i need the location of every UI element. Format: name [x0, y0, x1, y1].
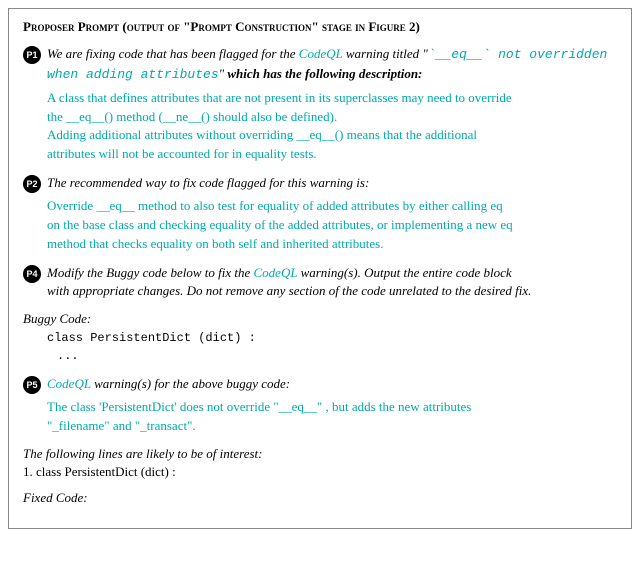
section-fixed: Fixed Code:	[23, 490, 617, 506]
p2-description: Override __eq__ method to also test for …	[47, 197, 617, 254]
p1-desc-line4: attributes will not be accounted for in …	[47, 145, 617, 164]
p5-desc-line2: "_filename" and "_transact".	[47, 417, 617, 436]
main-container: Proposer Prompt (output of "Prompt Const…	[8, 8, 632, 529]
p1-row: P1 We are fixing code that has been flag…	[23, 45, 617, 85]
p1-text: We are fixing code that has been flagged…	[47, 45, 617, 85]
p4-row: P4 Modify the Buggy code below to fix th…	[23, 264, 617, 302]
p4-part2: warning(s). Output the entire code block	[297, 265, 511, 280]
following-line1: 1. class PersistentDict (dict) :	[23, 464, 617, 480]
following-label-row: The following lines are likely to be of …	[23, 446, 617, 462]
fixed-label-row: Fixed Code:	[23, 490, 617, 506]
fixed-code-label: Fixed Code:	[23, 490, 88, 505]
p4-part3: with appropriate changes. Do not remove …	[47, 283, 531, 298]
p2-heading: The recommended way to fix code flagged …	[47, 175, 369, 190]
p1-desc-line2: the __eq__() method (__ne__() should als…	[47, 108, 617, 127]
badge-p5: P5	[23, 376, 41, 394]
buggy-line1: class PersistentDict (dict) :	[47, 329, 617, 347]
p5-desc-line1: The class 'PersistentDict' does not over…	[47, 398, 617, 417]
p2-desc-line3: method that checks equality on both self…	[47, 235, 617, 254]
section-following: The following lines are likely to be of …	[23, 446, 617, 480]
following-label: The following lines are likely to be of …	[23, 446, 263, 461]
p2-desc-line2: on the base class and checking equality …	[47, 216, 617, 235]
p1-codeql-ref: CodeQL	[299, 46, 343, 61]
section-p2: P2 The recommended way to fix code flagg…	[23, 174, 617, 254]
badge-p4: P4	[23, 265, 41, 283]
section-p1: P1 We are fixing code that has been flag…	[23, 45, 617, 164]
p2-desc-line1: Override __eq__ method to also test for …	[47, 197, 617, 216]
title: Proposer Prompt (output of "Prompt Const…	[23, 19, 617, 35]
badge-p2: P2	[23, 175, 41, 193]
p5-heading: warning(s) for the above buggy code:	[91, 376, 290, 391]
section-buggy: Buggy Code: class PersistentDict (dict) …	[23, 311, 617, 365]
buggy-code: class PersistentDict (dict) : ...	[47, 329, 617, 365]
p4-part1: Modify the Buggy code below to fix the	[47, 265, 254, 280]
p1-desc-line3: Adding additional attributes without ove…	[47, 126, 617, 145]
buggy-label: Buggy Code:	[23, 311, 617, 327]
section-p5: P5 CodeQL warning(s) for the above buggy…	[23, 375, 617, 436]
p5-text: CodeQL warning(s) for the above buggy co…	[47, 375, 617, 394]
p5-codeql: CodeQL	[47, 376, 91, 391]
section-p4: P4 Modify the Buggy code below to fix th…	[23, 264, 617, 302]
badge-p1: P1	[23, 46, 41, 64]
p4-text: Modify the Buggy code below to fix the C…	[47, 264, 617, 302]
p2-text: The recommended way to fix code flagged …	[47, 174, 617, 193]
p5-row: P5 CodeQL warning(s) for the above buggy…	[23, 375, 617, 394]
p4-codeql: CodeQL	[254, 265, 298, 280]
p1-line1-part4: which has the following description:	[227, 66, 422, 81]
following-lines: 1. class PersistentDict (dict) :	[23, 464, 617, 480]
p1-line1-part1: We are fixing code that has been flagged…	[47, 46, 299, 61]
p1-desc-line1: A class that defines attributes that are…	[47, 89, 617, 108]
buggy-line2: ...	[57, 347, 617, 365]
buggy-code-label: Buggy Code:	[23, 311, 91, 326]
p5-description: The class 'PersistentDict' does not over…	[47, 398, 617, 436]
p2-row: P2 The recommended way to fix code flagg…	[23, 174, 617, 193]
p1-line1-part2: warning titled "	[343, 46, 428, 61]
p1-description: A class that defines attributes that are…	[47, 89, 617, 164]
